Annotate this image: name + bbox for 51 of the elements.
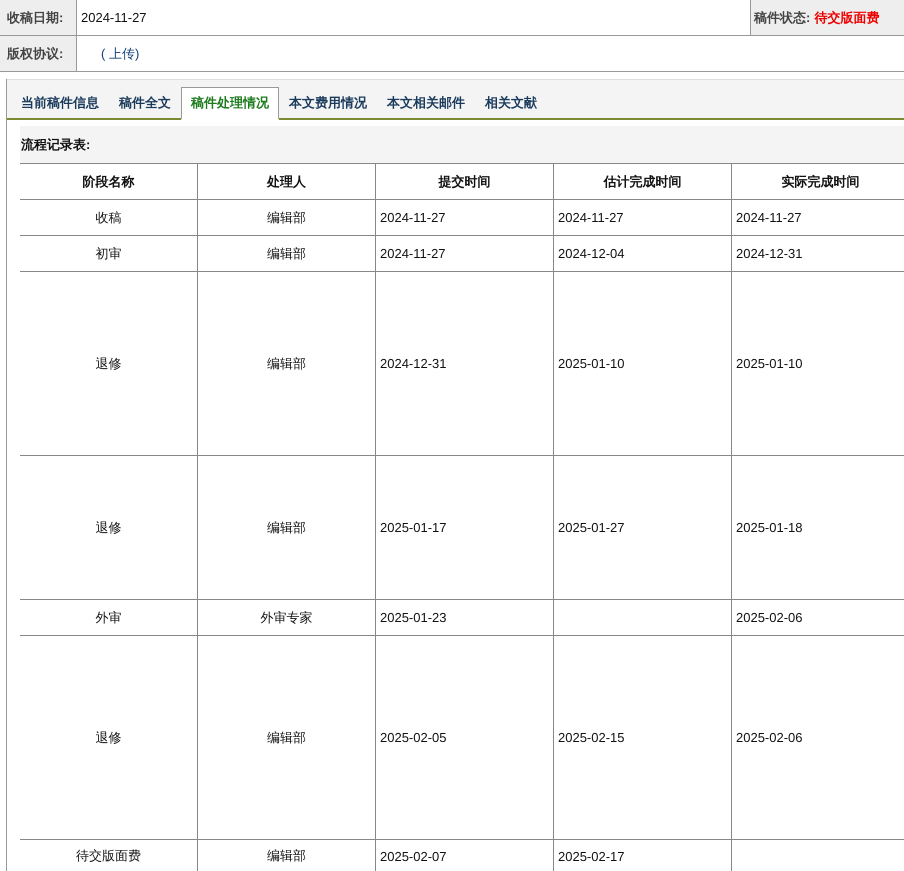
table-cell: 2024-11-27 bbox=[376, 200, 554, 236]
table-cell: 2024-12-31 bbox=[732, 236, 904, 272]
table-cell: 编辑部 bbox=[198, 200, 376, 236]
table-cell: 2025-02-06 bbox=[732, 600, 904, 636]
tab[interactable]: 稿件处理情况 bbox=[181, 87, 279, 120]
table-cell: 2025-02-17 bbox=[554, 840, 732, 871]
table-cell: 外审专家 bbox=[198, 600, 376, 636]
table-cell: 2025-02-07 bbox=[376, 840, 554, 871]
column-header: 处理人 bbox=[198, 164, 376, 200]
section-title: 流程记录表: bbox=[20, 126, 904, 163]
table-cell: 2025-01-18 bbox=[732, 456, 904, 600]
tab[interactable]: 本文费用情况 bbox=[279, 87, 377, 120]
table-cell: 退修 bbox=[20, 636, 198, 840]
field-label: 版权协议: bbox=[0, 36, 77, 71]
table-cell: 外审 bbox=[20, 600, 198, 636]
table-cell: 2024-12-31 bbox=[376, 272, 554, 456]
field-value: 2024-11-27 bbox=[81, 10, 147, 25]
table-cell: 编辑部 bbox=[198, 272, 376, 456]
table-cell: 编辑部 bbox=[198, 636, 376, 840]
table-cell: 收稿 bbox=[20, 200, 198, 236]
column-header: 提交时间 bbox=[376, 164, 554, 200]
table-cell: 2025-02-15 bbox=[554, 636, 732, 840]
upload-link[interactable]: ( 上传) bbox=[101, 44, 140, 62]
table-cell: 2025-02-06 bbox=[732, 636, 904, 840]
table-cell: 编辑部 bbox=[198, 236, 376, 272]
table-cell: 2025-01-10 bbox=[554, 272, 732, 456]
table-cell: 2024-11-27 bbox=[554, 200, 732, 236]
column-header: 阶段名称 bbox=[20, 164, 198, 200]
table-cell: 2025-01-10 bbox=[732, 272, 904, 456]
field-label: 收稿日期: bbox=[0, 0, 77, 35]
table-cell: 2025-02-05 bbox=[376, 636, 554, 840]
table-cell: 编辑部 bbox=[198, 456, 376, 600]
status-label: 稿件状态: bbox=[754, 8, 810, 26]
status-value: 待交版面费 bbox=[814, 8, 880, 26]
table-cell: 退修 bbox=[20, 272, 198, 456]
tab[interactable]: 相关文献 bbox=[475, 87, 547, 120]
table-cell: 2025-01-17 bbox=[376, 456, 554, 600]
table-cell: 2024-12-04 bbox=[554, 236, 732, 272]
table-cell: 2024-11-27 bbox=[732, 200, 904, 236]
tab[interactable]: 本文相关邮件 bbox=[377, 87, 475, 120]
column-header: 估计完成时间 bbox=[554, 164, 732, 200]
table-cell: 2024-11-27 bbox=[376, 236, 554, 272]
table-cell: 待交版面费 bbox=[20, 840, 198, 871]
table-cell: 2025-01-27 bbox=[554, 456, 732, 600]
tab[interactable]: 稿件全文 bbox=[109, 87, 181, 120]
table-cell: 退修 bbox=[20, 456, 198, 600]
tab[interactable]: 当前稿件信息 bbox=[11, 87, 109, 120]
table-cell: 初审 bbox=[20, 236, 198, 272]
table-cell: 2025-01-23 bbox=[376, 600, 554, 636]
column-header: 实际完成时间 bbox=[732, 164, 904, 200]
table-cell: 编辑部 bbox=[198, 840, 376, 871]
